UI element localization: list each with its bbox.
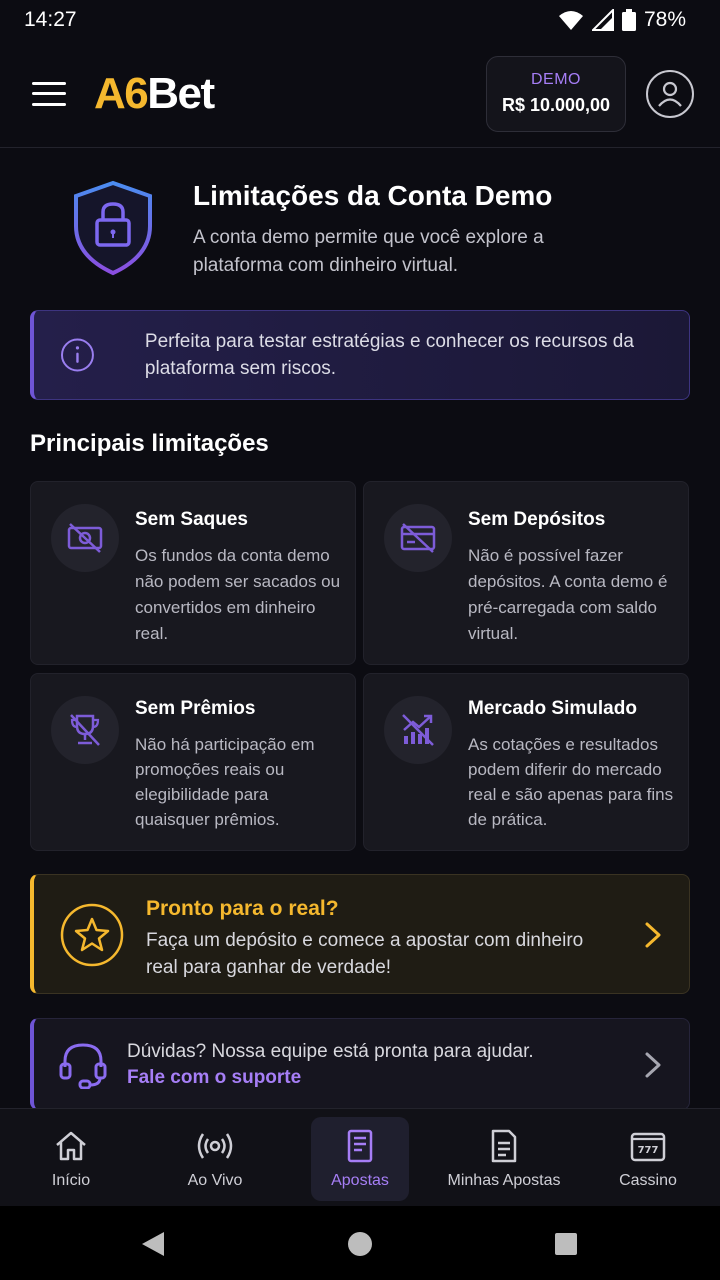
nav-item-bets[interactable]: Apostas xyxy=(311,1117,409,1201)
info-icon xyxy=(60,338,94,372)
casino-icon: 777 xyxy=(630,1132,666,1162)
nav-label: Apostas xyxy=(331,1172,389,1189)
chevron-right-icon[interactable] xyxy=(643,1051,663,1079)
no-cash-icon xyxy=(51,504,119,572)
limitation-desc: Os fundos da conta demo não podem ser sa… xyxy=(135,546,341,643)
logo-a6: A6 xyxy=(94,68,149,118)
nav-label: Ao Vivo xyxy=(187,1172,243,1189)
nav-item-my-bets[interactable]: Minhas Apostas xyxy=(434,1117,574,1201)
cta-title: Pronto para o real? xyxy=(146,897,339,920)
user-profile-icon[interactable] xyxy=(646,69,694,118)
cta-description: Faça um depósito e comece a apostar com … xyxy=(146,930,584,978)
support-card[interactable]: Dúvidas? Nossa equipe está pronta para a… xyxy=(30,1018,690,1110)
deposit-cta-card[interactable]: Pronto para o real? Faça um depósito e c… xyxy=(30,874,690,994)
demo-label: DEMO xyxy=(531,71,581,88)
back-icon[interactable] xyxy=(140,1230,166,1258)
logo-bet: Bet xyxy=(147,68,215,118)
system-navigation-bar xyxy=(0,1206,720,1280)
section-title: Principais limitações xyxy=(30,430,269,457)
home-button-icon[interactable] xyxy=(347,1231,373,1257)
nav-item-casino[interactable]: 777 Cassino xyxy=(578,1117,718,1201)
limitation-card-no-deposits: Sem Depósitos Não é possível fazer depós… xyxy=(363,481,689,665)
demo-balance: R$ 10.000,00 xyxy=(501,95,611,115)
nav-label: Minhas Apostas xyxy=(447,1172,561,1189)
limitation-desc: Não há participação em promoções reais o… xyxy=(135,735,315,829)
limitation-title: Sem Saques xyxy=(135,509,248,530)
limitation-desc: Não é possível fazer depósitos. A conta … xyxy=(468,546,668,643)
nav-item-home[interactable]: Início xyxy=(1,1117,141,1201)
support-link[interactable]: Fale com o suporte xyxy=(127,1067,301,1089)
status-time: 14:27 xyxy=(24,8,77,31)
limitation-desc: As cotações e resultados podem diferir d… xyxy=(468,735,674,829)
limitation-card-no-prizes: Sem Prêmios Não há participação em promo… xyxy=(30,673,356,851)
signal-icon xyxy=(591,9,614,31)
live-icon xyxy=(197,1133,233,1159)
app-header: A6Bet DEMO R$ 10.000,00 xyxy=(0,40,720,148)
hero-section: Limitações da Conta Demo A conta demo pe… xyxy=(72,180,552,276)
info-banner: Perfeita para testar estratégias e conhe… xyxy=(30,310,690,400)
no-card-icon xyxy=(384,504,452,572)
shield-lock-icon xyxy=(74,180,152,276)
my-bets-icon xyxy=(491,1129,517,1163)
menu-icon[interactable] xyxy=(32,81,66,106)
demo-balance-box[interactable]: DEMO R$ 10.000,00 xyxy=(486,55,626,132)
svg-text:777: 777 xyxy=(638,1145,659,1156)
page-subtitle: A conta demo permite que você explore a … xyxy=(193,227,544,276)
chevron-right-icon[interactable] xyxy=(643,921,663,949)
page-title: Limitações da Conta Demo xyxy=(193,180,553,211)
simulated-chart-icon xyxy=(384,696,452,764)
logo[interactable]: A6Bet xyxy=(94,68,215,119)
bets-icon xyxy=(347,1129,373,1163)
support-question: Dúvidas? Nossa equipe está pronta para a… xyxy=(127,1041,534,1062)
limitation-title: Mercado Simulado xyxy=(468,698,637,719)
battery-icon xyxy=(621,9,636,31)
limitation-card-simulated-market: Mercado Simulado As cotações e resultado… xyxy=(363,673,689,851)
headset-icon xyxy=(59,1043,107,1089)
status-bar: 14:27 78% xyxy=(0,0,720,40)
nav-label: Cassino xyxy=(619,1172,677,1189)
nav-label: Início xyxy=(51,1172,91,1189)
home-icon xyxy=(56,1131,86,1161)
bottom-navigation: Início Ao Vivo Apostas Minhas Apostas 77… xyxy=(0,1108,720,1206)
info-text: Perfeita para testar estratégias e conhe… xyxy=(144,331,634,379)
limitation-card-no-withdrawals: Sem Saques Os fundos da conta demo não p… xyxy=(30,481,356,665)
no-trophy-icon xyxy=(51,696,119,764)
wifi-icon xyxy=(558,11,583,30)
battery-percentage: 78% xyxy=(643,8,686,31)
nav-item-live[interactable]: Ao Vivo xyxy=(145,1117,285,1201)
limitation-title: Sem Depósitos xyxy=(468,509,606,530)
limitation-title: Sem Prêmios xyxy=(135,698,256,719)
star-icon xyxy=(60,903,124,967)
recents-icon[interactable] xyxy=(554,1232,578,1256)
